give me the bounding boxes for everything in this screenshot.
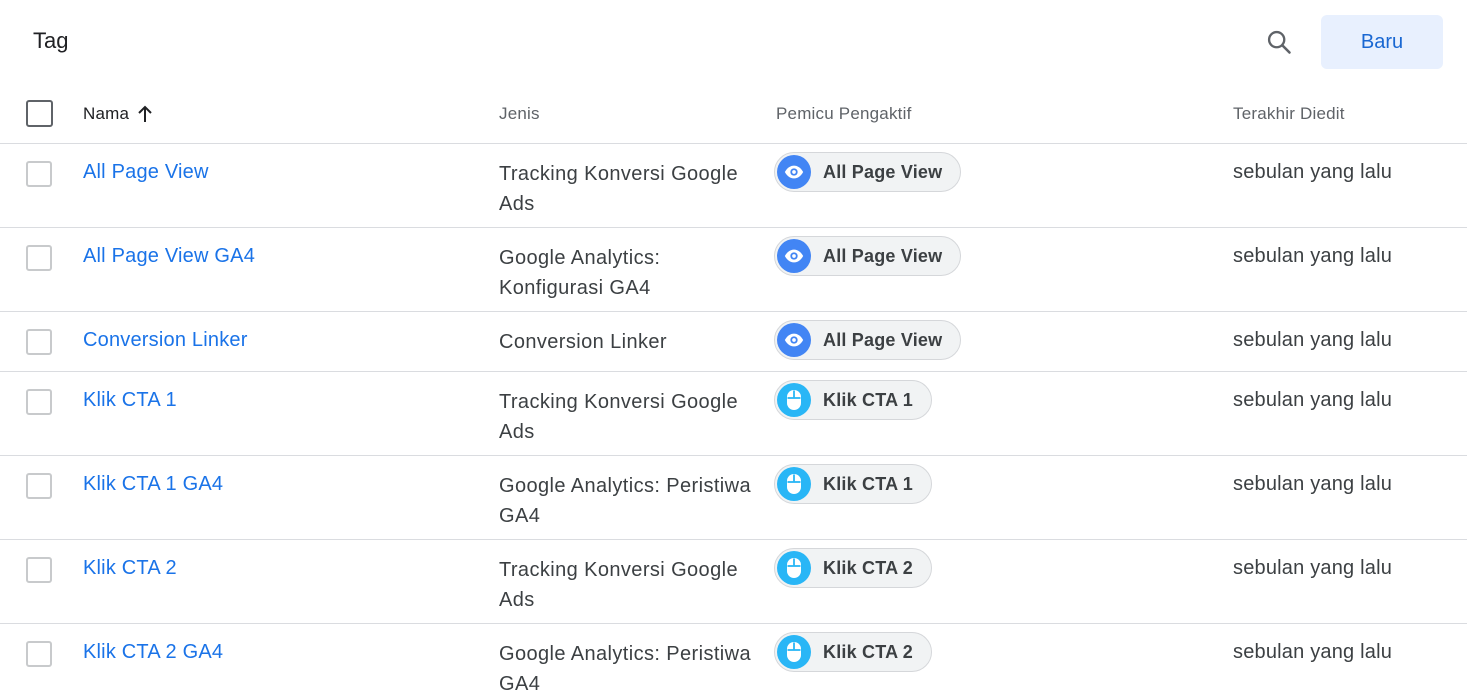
last-edited: sebulan yang lalu (1233, 245, 1393, 267)
trigger-label: Klik CTA 2 (823, 641, 914, 662)
table-row[interactable]: Klik CTA 1 GA4 Google Analytics: Peristiw… (0, 456, 1467, 540)
tag-type: Google Analytics: Peristiwa GA4 (499, 475, 752, 527)
table-row[interactable]: All Page View Tracking Konversi Google Ad… (0, 144, 1467, 228)
tag-type: Tracking Konversi Google Ads (499, 559, 738, 611)
tag-name-link[interactable]: All Page View (83, 161, 209, 184)
last-edited: sebulan yang lalu (1233, 389, 1393, 411)
last-edited: sebulan yang lalu (1233, 557, 1393, 579)
row-checkbox[interactable] (26, 329, 52, 355)
trigger-icon-badge (777, 155, 811, 189)
column-header-trigger[interactable]: Pemicu Pengaktif (776, 104, 912, 124)
tag-type: Tracking Konversi Google Ads (499, 391, 738, 443)
trigger-label: Klik CTA 1 (823, 473, 914, 494)
table-row[interactable]: All Page View GA4 Google Analytics: Konfi… (0, 228, 1467, 312)
trigger-icon-badge (777, 383, 811, 417)
last-edited: sebulan yang lalu (1233, 473, 1393, 495)
table-header: Nama Jenis Pemicu Pengaktif Terakhir Die… (0, 84, 1467, 144)
trigger-icon-badge (777, 467, 811, 501)
table-row[interactable]: Conversion Linker Conversion Linker All Pa… (0, 312, 1467, 372)
mouse-icon (787, 558, 801, 578)
table-row[interactable]: Klik CTA 2 Tracking Konversi Google Ads Kl… (0, 540, 1467, 624)
tag-name-link[interactable]: Klik CTA 1 (83, 389, 177, 412)
trigger-label: Klik CTA 1 (823, 389, 914, 410)
last-edited: sebulan yang lalu (1233, 641, 1393, 663)
sort-ascending-icon (138, 105, 152, 122)
tag-name-link[interactable]: All Page View GA4 (83, 245, 255, 268)
trigger-chip[interactable]: Klik CTA 1 (774, 464, 933, 504)
trigger-label: All Page View (823, 245, 943, 266)
last-edited: sebulan yang lalu (1233, 161, 1393, 183)
tag-name-link[interactable]: Klik CTA 2 (83, 557, 177, 580)
toolbar: Tag Baru (0, 0, 1467, 84)
trigger-chip[interactable]: All Page View (774, 320, 962, 360)
trigger-icon-badge (777, 551, 811, 585)
tag-name-link[interactable]: Klik CTA 1 GA4 (83, 473, 223, 496)
row-checkbox[interactable] (26, 161, 52, 187)
row-checkbox[interactable] (26, 389, 52, 415)
trigger-icon-badge (777, 239, 811, 273)
row-checkbox[interactable] (26, 473, 52, 499)
tag-type: Google Analytics: Peristiwa GA4 (499, 643, 752, 694)
tag-name-link[interactable]: Conversion Linker (83, 329, 248, 352)
select-all-checkbox[interactable] (26, 100, 53, 127)
trigger-chip[interactable]: All Page View (774, 152, 962, 192)
mouse-icon (787, 474, 801, 494)
mouse-icon (787, 642, 801, 662)
row-checkbox[interactable] (26, 641, 52, 667)
row-checkbox[interactable] (26, 557, 52, 583)
search-icon (1267, 30, 1291, 54)
tag-type: Tracking Konversi Google Ads (499, 163, 738, 215)
last-edited: sebulan yang lalu (1233, 329, 1393, 351)
column-header-name[interactable]: Nama (83, 104, 153, 124)
trigger-icon-badge (777, 323, 811, 357)
column-header-name-label: Nama (83, 104, 130, 123)
search-button[interactable] (1262, 25, 1296, 59)
trigger-chip[interactable]: All Page View (774, 236, 962, 276)
tags-panel: Tag Baru Nama Jenis Pemicu Pengaktif Ter… (0, 0, 1467, 694)
tag-type: Google Analytics: Konfigurasi GA4 (499, 247, 661, 299)
page-title: Tag (33, 28, 69, 53)
tag-type: Conversion Linker (499, 331, 667, 353)
trigger-icon-badge (777, 635, 811, 669)
trigger-label: All Page View (823, 329, 943, 350)
trigger-chip[interactable]: Klik CTA 1 (774, 380, 933, 420)
mouse-icon (787, 390, 801, 410)
column-header-type[interactable]: Jenis (499, 104, 540, 124)
eye-icon (784, 333, 804, 347)
new-tag-button[interactable]: Baru (1321, 15, 1443, 69)
column-header-edited[interactable]: Terakhir Diedit (1233, 104, 1345, 124)
eye-icon (784, 249, 804, 263)
trigger-label: Klik CTA 2 (823, 557, 914, 578)
eye-icon (784, 165, 804, 179)
table-row[interactable]: Klik CTA 2 GA4 Google Analytics: Peristiw… (0, 624, 1467, 694)
trigger-label: All Page View (823, 161, 943, 182)
tag-name-link[interactable]: Klik CTA 2 GA4 (83, 641, 223, 664)
trigger-chip[interactable]: Klik CTA 2 (774, 548, 933, 588)
table-row[interactable]: Klik CTA 1 Tracking Konversi Google Ads Kl… (0, 372, 1467, 456)
row-checkbox[interactable] (26, 245, 52, 271)
trigger-chip[interactable]: Klik CTA 2 (774, 632, 933, 672)
